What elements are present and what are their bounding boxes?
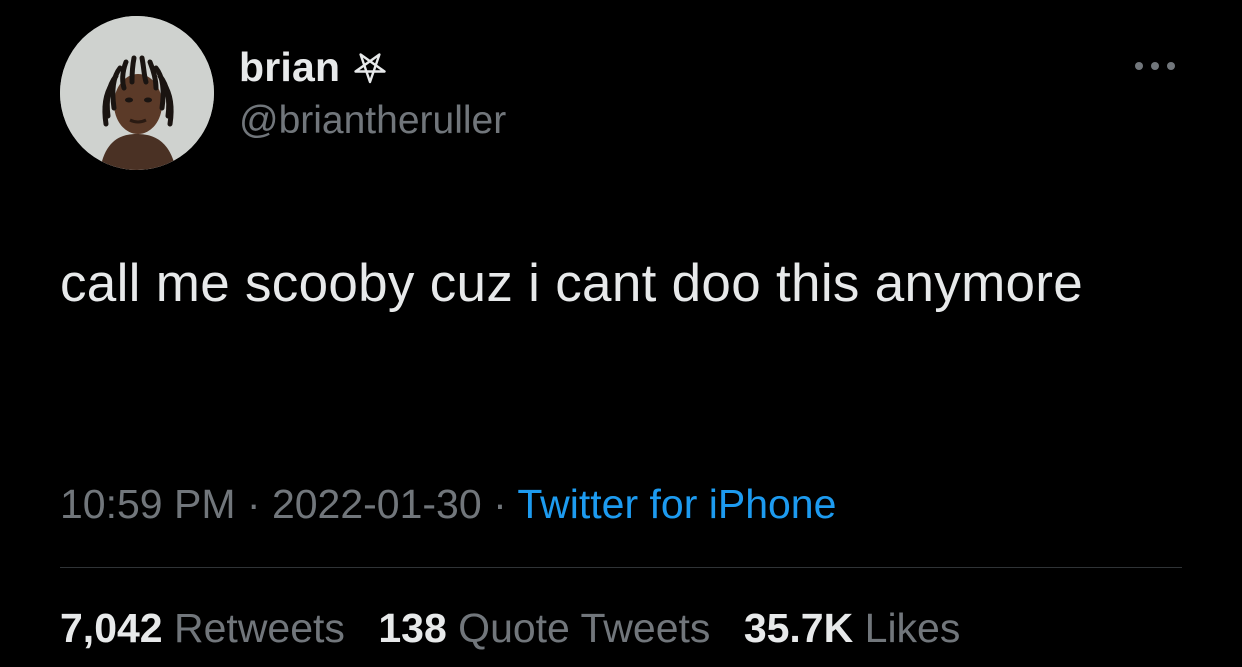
likes-label: Likes	[864, 605, 961, 651]
tweet-meta: 10:59 PM · 2022-01-30 · Twitter for iPho…	[60, 476, 836, 532]
divider	[60, 567, 1182, 568]
quote-tweets-stat[interactable]: 138 Quote Tweets	[378, 605, 710, 651]
more-horizontal-icon[interactable]	[1133, 54, 1177, 78]
tweet-text: call me scooby cuz i cant doo this anymo…	[60, 254, 1084, 313]
retweets-stat[interactable]: 7,042 Retweets	[60, 605, 345, 651]
likes-count: 35.7K	[743, 605, 854, 651]
quotes-label: Quote Tweets	[458, 605, 711, 651]
tweet-time[interactable]: 10:59 PM	[60, 481, 236, 527]
tweet-source-link[interactable]: Twitter for iPhone	[517, 481, 836, 527]
quotes-count: 138	[378, 605, 447, 651]
tweet-stats: 7,042 Retweets 138 Quote Tweets 35.7K Li…	[60, 600, 982, 656]
meta-separator: ·	[235, 481, 272, 527]
avatar-photo-icon	[60, 16, 214, 170]
display-name[interactable]: brian	[239, 44, 340, 91]
retweets-count: 7,042	[60, 605, 163, 651]
tweet-card: brian @briantheruller call me scooby cuz…	[0, 0, 1242, 667]
tweet-date[interactable]: 2022-01-30	[272, 481, 482, 527]
author-handle[interactable]: @briantheruller	[239, 96, 506, 146]
likes-stat[interactable]: 35.7K Likes	[744, 605, 961, 651]
meta-separator: ·	[481, 481, 518, 527]
pentagram-icon	[352, 49, 388, 85]
retweets-label: Retweets	[174, 605, 345, 651]
avatar[interactable]	[60, 16, 214, 170]
author-name-row: brian	[239, 42, 388, 92]
